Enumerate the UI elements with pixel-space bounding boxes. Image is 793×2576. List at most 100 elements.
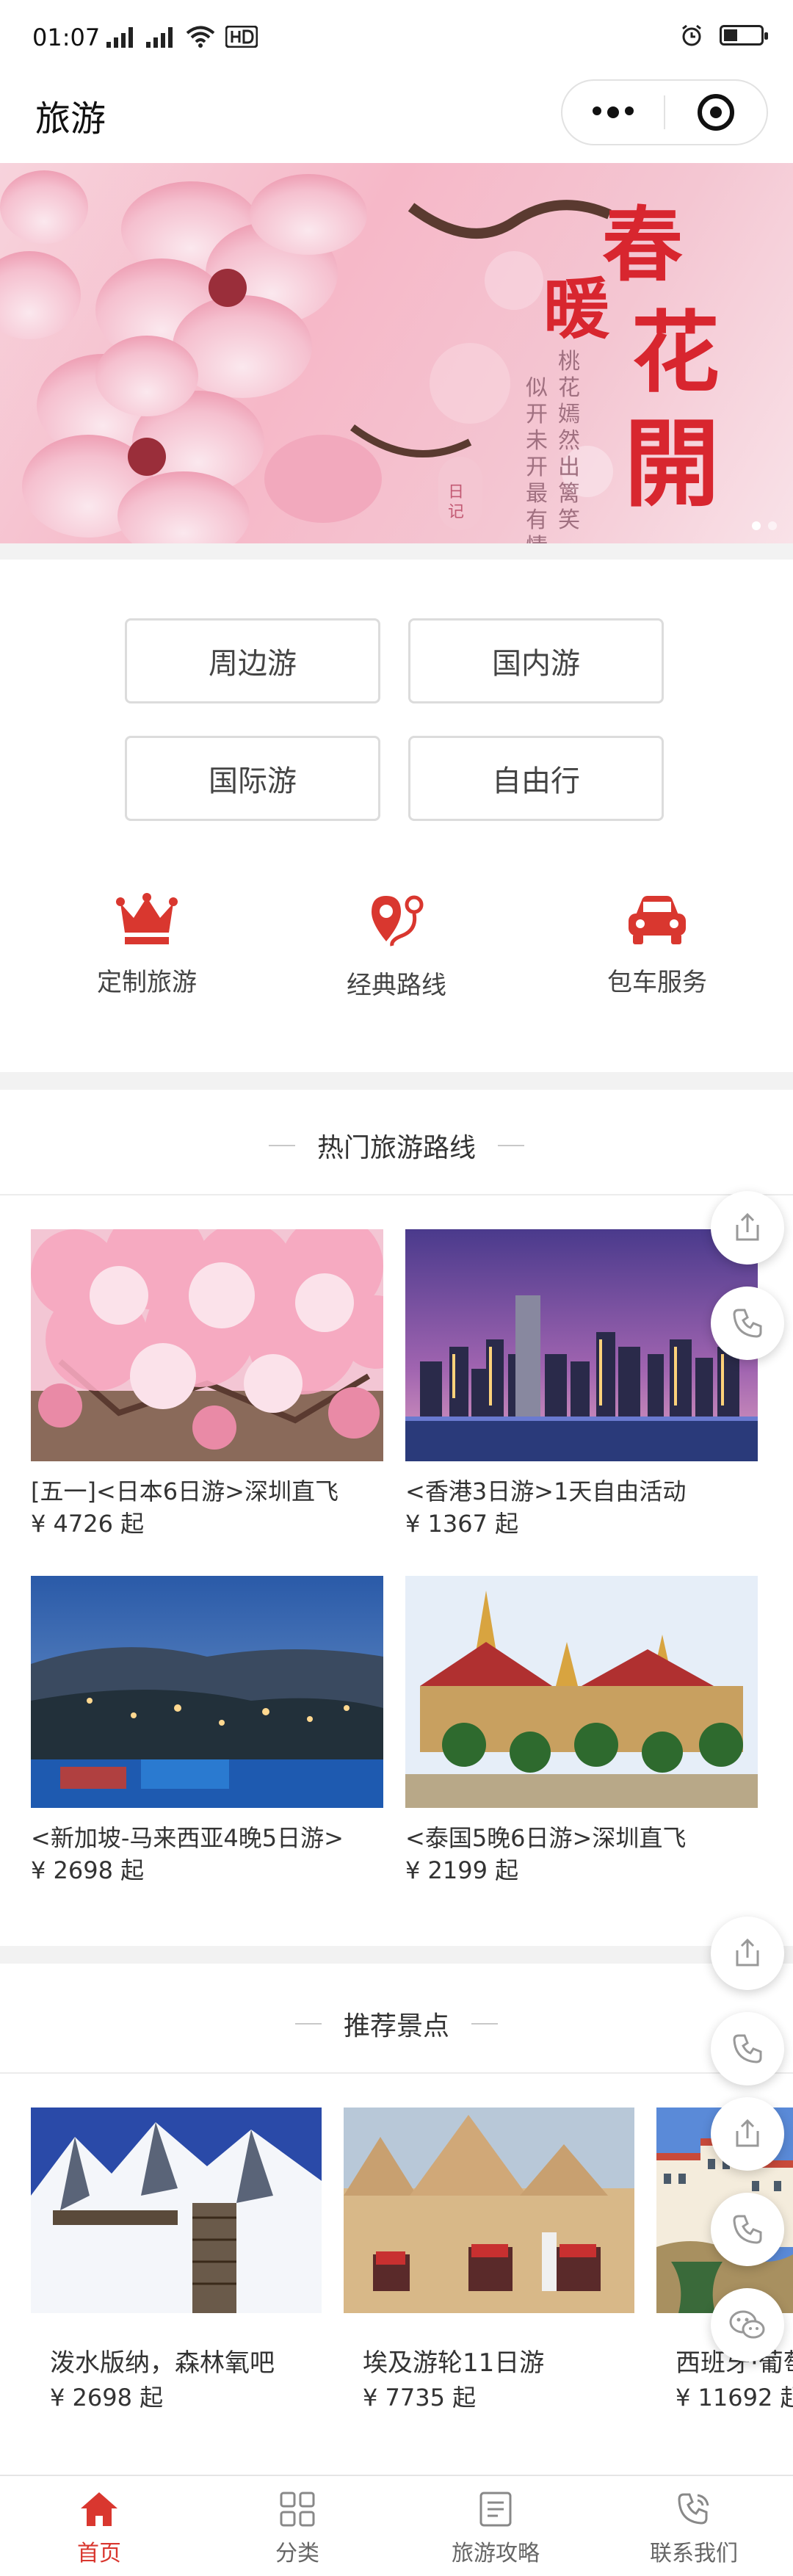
phone-icon: [733, 2034, 762, 2063]
svg-text:开: 开: [526, 455, 548, 480]
more-icon: [593, 106, 634, 118]
scenic-card-price: ¥ 2698 起: [50, 2384, 164, 2412]
scenic-card-price: ¥ 7735 起: [363, 2384, 477, 2412]
battery-icon: [720, 25, 768, 46]
hongkong-skyline-photo: [405, 1229, 758, 1461]
section-title: 推荐景点: [343, 2011, 449, 2041]
route-pin-icon: [372, 895, 424, 947]
phone-icon: [733, 1309, 762, 1338]
target-icon: [697, 94, 734, 131]
document-icon: [479, 2492, 512, 2527]
close-miniprogram-button[interactable]: [665, 81, 767, 144]
status-time: 01:07: [32, 23, 101, 51]
share-icon: [736, 2119, 759, 2147]
tab-home[interactable]: 首页: [0, 2476, 198, 2576]
phone-icon: [678, 2493, 709, 2525]
snow-mountain-photo: [31, 2108, 322, 2313]
signal-icon: [146, 26, 175, 48]
status-icons: [106, 25, 258, 48]
scenic-card-title[interactable]: 埃及游轮11日游: [363, 2342, 544, 2378]
tab-label: 旅游攻略: [452, 2541, 540, 2566]
svg-text:春: 春: [602, 198, 683, 292]
svg-text:日: 日: [448, 483, 464, 502]
scenic-card-image[interactable]: [344, 2108, 634, 2313]
route-card-image[interactable]: [405, 1229, 758, 1461]
tab-category[interactable]: 分类: [198, 2476, 396, 2576]
feature-custom-tour[interactable]: 定制旅游: [59, 893, 235, 998]
svg-text:嫣: 嫣: [558, 402, 580, 427]
section-spacer: [0, 1946, 793, 1964]
page-title: 旅游: [35, 98, 106, 140]
feature-car-service[interactable]: 包车服务: [569, 893, 745, 998]
scenic-card-price: ¥ 11692 起: [676, 2384, 793, 2412]
divider: [0, 1194, 793, 1195]
banner-carousel[interactable]: 春 暖 花 開 桃花嫣然出篱笑 似开未开最有情 日 记: [0, 163, 793, 543]
status-icons-right: [680, 23, 768, 47]
share-button[interactable]: [711, 1191, 784, 1265]
route-card-price: ¥ 1367 起: [405, 1510, 519, 1538]
tab-contact[interactable]: 联系我们: [595, 2476, 793, 2576]
tab-label: 分类: [275, 2541, 319, 2566]
route-card-title[interactable]: <香港3日游>1天自由活动: [405, 1473, 686, 1507]
wechat-chat-button[interactable]: [711, 2288, 784, 2362]
route-card-title[interactable]: <新加坡-马来西亚4晚5日游>: [31, 1820, 344, 1853]
svg-text:然: 然: [558, 428, 580, 454]
tab-label: 首页: [77, 2541, 121, 2566]
scenic-card-image[interactable]: [31, 2108, 322, 2313]
section-header-scenic: 推荐景点: [0, 1994, 793, 2053]
svg-text:暖: 暖: [543, 270, 610, 348]
hd-icon: [225, 26, 258, 48]
tab-travel-guide[interactable]: 旅游攻略: [396, 2476, 595, 2576]
crown-icon: [116, 893, 178, 944]
svg-text:出: 出: [558, 455, 580, 480]
pyramids-photo: [344, 2108, 634, 2313]
call-button[interactable]: [711, 1287, 784, 1360]
call-button[interactable]: [711, 2012, 784, 2085]
svg-text:开: 开: [526, 402, 548, 427]
divider: [0, 2072, 793, 2074]
route-card-price: ¥ 2199 起: [405, 1856, 519, 1884]
call-button[interactable]: [711, 2193, 784, 2266]
grid-icon: [280, 2492, 315, 2527]
thailand-palace-photo: [405, 1576, 758, 1808]
svg-text:笑: 笑: [558, 507, 580, 533]
route-card-image[interactable]: [31, 1576, 383, 1808]
category-button-nearby[interactable]: 周边游: [125, 618, 380, 703]
home-icon: [81, 2492, 117, 2526]
route-card-title[interactable]: <泰国5晚6日游>深圳直飞: [405, 1820, 686, 1853]
section-spacer: [0, 1072, 793, 1090]
share-button[interactable]: [711, 2097, 784, 2171]
svg-text:有: 有: [526, 507, 548, 533]
category-button-domestic[interactable]: 国内游: [408, 618, 664, 703]
feature-classic-routes[interactable]: 经典路线: [308, 893, 485, 1001]
share-button[interactable]: [711, 1917, 784, 1990]
section-header-hot-routes: 热门旅游路线: [0, 1116, 793, 1175]
more-button[interactable]: [562, 81, 664, 144]
route-card-price: ¥ 2698 起: [31, 1856, 145, 1884]
category-button-free-travel[interactable]: 自由行: [408, 736, 664, 821]
svg-text:花: 花: [558, 375, 580, 401]
category-button-international[interactable]: 国际游: [125, 736, 380, 821]
feature-label: 经典路线: [347, 971, 446, 1000]
blossom-illustration: 春 暖 花 開 桃花嫣然出篱笑 似开未开最有情 日 记: [0, 170, 720, 543]
cherry-blossom-photo: [31, 1229, 383, 1461]
svg-text:情: 情: [526, 534, 548, 543]
svg-text:似: 似: [526, 375, 548, 401]
svg-text:篱: 篱: [558, 481, 580, 507]
route-card-title[interactable]: [五一]<日本6日游>深圳直飞: [31, 1473, 338, 1507]
route-card-image[interactable]: [405, 1576, 758, 1808]
svg-text:最: 最: [526, 481, 548, 507]
section-spacer: [0, 543, 793, 560]
signal-icon: [106, 26, 136, 48]
phone-icon: [733, 2215, 762, 2244]
feature-label: 定制旅游: [97, 968, 197, 997]
scenic-card-title[interactable]: 泼水版纳，森林氧吧: [50, 2342, 275, 2378]
share-icon: [736, 1938, 759, 1967]
miniprogram-capsule: [561, 79, 768, 145]
route-card-image[interactable]: [31, 1229, 383, 1461]
svg-text:记: 记: [448, 503, 464, 521]
feature-label: 包车服务: [607, 968, 707, 997]
bottom-tab-bar: 首页 分类 旅游攻略 联系我们: [0, 2475, 793, 2576]
section-title: 热门旅游路线: [316, 1133, 476, 1163]
svg-text:花: 花: [631, 301, 720, 405]
